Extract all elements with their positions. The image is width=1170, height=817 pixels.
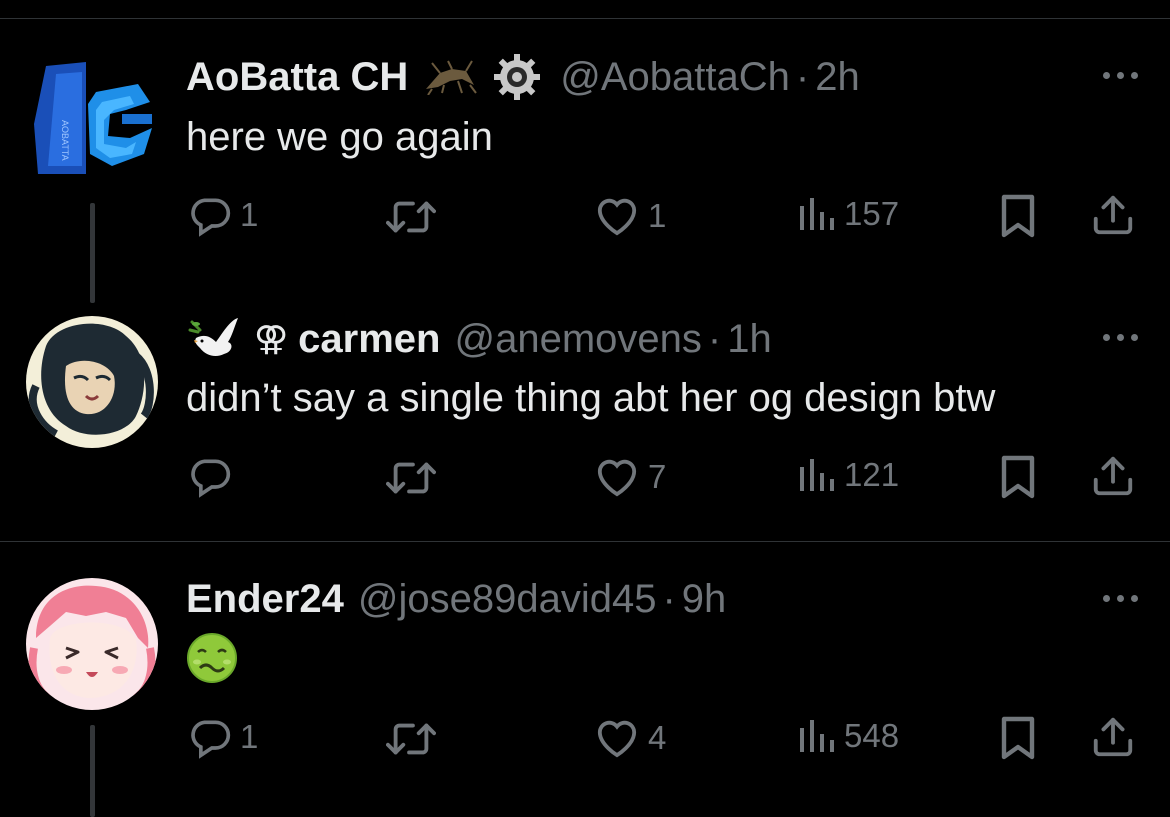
thread-line xyxy=(90,725,95,817)
avatar-aobatta[interactable]: AOBATTA xyxy=(26,54,158,186)
retweet-button[interactable] xyxy=(386,717,436,761)
timestamp[interactable]: 1h xyxy=(727,315,772,363)
share-button[interactable] xyxy=(1090,192,1136,238)
tweet-header: ⚢ carmen @anemovens · 1h xyxy=(186,314,772,364)
cricket-icon xyxy=(422,59,478,95)
more-options-icon[interactable] xyxy=(1103,72,1138,79)
display-name[interactable]: carmen xyxy=(298,315,440,363)
display-name[interactable]: AoBatta CH xyxy=(186,53,408,101)
handle[interactable]: @anemovens xyxy=(454,315,701,363)
share-button[interactable] xyxy=(1090,714,1136,760)
share-icon xyxy=(1090,453,1136,499)
svg-text:AOBATTA: AOBATTA xyxy=(60,120,70,161)
reply-button[interactable]: 1 xyxy=(188,715,258,759)
heart-icon xyxy=(594,717,640,759)
like-button[interactable]: 7 xyxy=(594,456,666,498)
bookmark-icon xyxy=(1000,454,1036,500)
reply-button[interactable] xyxy=(188,454,240,498)
top-divider xyxy=(0,18,1170,19)
tweet-header: AoBatta CH @AobattaCh · 2h xyxy=(186,52,860,102)
separator-dot: · xyxy=(662,577,676,621)
timestamp[interactable]: 2h xyxy=(815,53,860,101)
like-button[interactable]: 1 xyxy=(594,195,666,237)
share-icon xyxy=(1090,192,1136,238)
separator-dot: · xyxy=(795,55,810,99)
bookmark-button[interactable] xyxy=(1000,193,1036,239)
views-count: 157 xyxy=(844,195,900,232)
avatar-ender24[interactable] xyxy=(26,578,158,710)
views-count: 121 xyxy=(844,456,900,493)
bookmark-button[interactable] xyxy=(1000,454,1036,500)
reply-icon xyxy=(188,715,232,759)
reply-icon xyxy=(188,193,232,237)
retweet-button[interactable] xyxy=(386,456,436,500)
handle[interactable]: @AobattaCh xyxy=(560,53,790,101)
more-options-icon[interactable] xyxy=(1103,334,1138,341)
views-count: 548 xyxy=(844,717,900,754)
aobatta-logo: AOBATTA xyxy=(34,62,152,174)
display-name[interactable]: Ender24 xyxy=(186,575,344,623)
like-button[interactable]: 4 xyxy=(594,717,666,759)
retweet-icon xyxy=(386,456,436,500)
like-count: 7 xyxy=(648,458,667,495)
timestamp[interactable]: 9h xyxy=(682,575,727,623)
bookmark-icon xyxy=(1000,715,1036,761)
handle[interactable]: @jose89david45 xyxy=(358,575,657,623)
views-button[interactable]: 548 xyxy=(796,716,899,756)
views-icon xyxy=(796,194,836,234)
like-count: 4 xyxy=(648,719,667,756)
bookmark-icon xyxy=(1000,193,1036,239)
tweet-divider xyxy=(0,541,1170,542)
share-button[interactable] xyxy=(1090,453,1136,499)
nauseated-face-emoji xyxy=(186,632,238,684)
tweet-text: here we go again xyxy=(186,115,493,159)
reply-count: 1 xyxy=(240,718,259,755)
views-button[interactable]: 157 xyxy=(796,194,899,234)
dove-icon xyxy=(186,314,240,364)
share-icon xyxy=(1090,714,1136,760)
reply-count: 1 xyxy=(240,196,259,233)
avatar-carmen[interactable] xyxy=(26,316,158,448)
more-options-icon[interactable] xyxy=(1103,595,1138,602)
retweet-icon xyxy=(386,195,436,239)
views-button[interactable]: 121 xyxy=(796,455,899,495)
pride-symbol-icon: ⚢ xyxy=(254,320,289,358)
gear-icon xyxy=(492,52,542,102)
separator-dot: · xyxy=(707,317,722,361)
heart-icon xyxy=(594,195,640,237)
thread-line xyxy=(90,203,95,303)
views-icon xyxy=(796,716,836,756)
reply-button[interactable]: 1 xyxy=(188,193,258,237)
tweet-header: Ender24 @jose89david45 · 9h xyxy=(186,575,726,623)
like-count: 1 xyxy=(648,197,667,234)
retweet-button[interactable] xyxy=(386,195,436,239)
retweet-icon xyxy=(386,717,436,761)
reply-icon xyxy=(188,454,232,498)
tweet-text: didn’t say a single thing abt her og des… xyxy=(186,376,996,420)
heart-icon xyxy=(594,456,640,498)
views-icon xyxy=(796,455,836,495)
bookmark-button[interactable] xyxy=(1000,715,1036,761)
